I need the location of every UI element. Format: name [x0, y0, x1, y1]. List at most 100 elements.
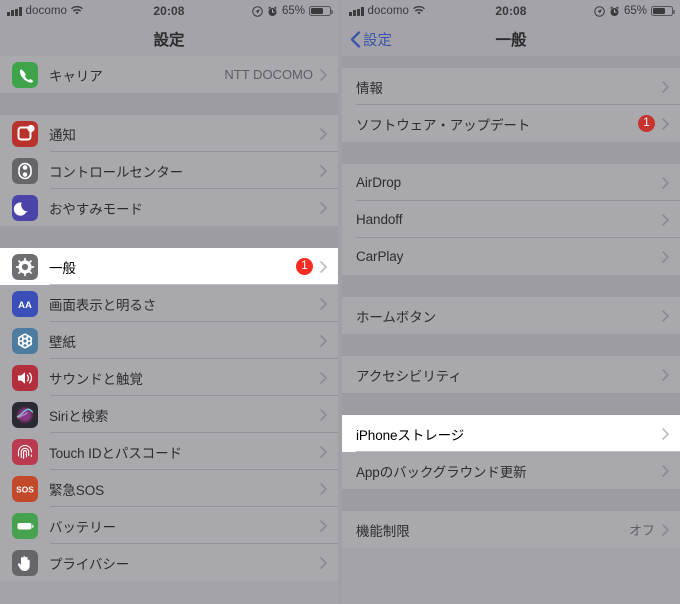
list-item-label: AirDrop — [356, 175, 402, 190]
location-arrow-icon — [594, 5, 605, 17]
list-item-label: Siriと検索 — [49, 408, 109, 424]
chevron-right-icon — [662, 368, 669, 381]
list-group: アクセシビリティ — [342, 356, 680, 393]
group-spacer — [342, 275, 680, 297]
list-group: 通知コントロールセンター おやすみモード — [0, 115, 338, 226]
list-item-accessory: NTT DOCOMO — [224, 67, 338, 82]
speaker-icon — [12, 364, 38, 391]
wifi-icon — [71, 6, 83, 16]
alarm-clock-icon — [267, 5, 278, 17]
chevron-right-icon — [320, 164, 327, 177]
list-item[interactable]: ソフトウェア・アップデート 1 — [342, 105, 680, 142]
chevron-right-icon — [662, 523, 669, 536]
list-item[interactable]: AA 画面表示と明るさ — [0, 285, 338, 322]
list-item-accessory — [662, 309, 680, 322]
chevron-right-icon — [320, 334, 327, 347]
list-item-label: 情報 — [356, 80, 383, 96]
status-bar-right-group-2: 65% — [594, 5, 675, 17]
carrier-label: docomo — [25, 5, 68, 17]
list-group: iPhoneストレージ Appのバックグラウンド更新 — [342, 415, 680, 489]
list-item-label: 一般 — [49, 260, 76, 276]
list-item-value: オフ — [628, 523, 655, 538]
list-item[interactable]: 壁紙 — [0, 322, 338, 359]
list-item[interactable]: 一般 1 — [0, 248, 338, 285]
list-item-label: Appのバックグラウンド更新 — [356, 464, 527, 480]
list-item-accessory — [662, 464, 680, 477]
list-item[interactable]: 機能制限 オフ — [342, 511, 680, 548]
chevron-right-icon — [320, 371, 327, 384]
list-item-accessory — [320, 297, 338, 310]
list-item[interactable]: キャリア NTT DOCOMO — [0, 56, 338, 93]
list-item-label: Touch IDとパスコード — [49, 445, 182, 461]
settings-list: キャリア NTT DOCOMO 通知コントロールセンター おやすみモード一般 1 AA 画面… — [0, 56, 338, 581]
page-title-general: 一般 — [495, 32, 527, 49]
nav-bar-right: 設定 一般 — [342, 22, 680, 56]
list-group: ホームボタン — [342, 297, 680, 334]
status-bar-left: docomo 20:08 65% — [0, 0, 338, 22]
group-spacer — [342, 489, 680, 511]
fingerprint-icon — [12, 438, 38, 465]
list-item-label: Handoff — [356, 212, 403, 227]
list-item[interactable]: CarPlay — [342, 238, 680, 275]
list-item-label: ソフトウェア・アップデート — [356, 117, 531, 133]
list-item-label: プライバシー — [49, 556, 130, 572]
list-item[interactable]: iPhoneストレージ — [342, 415, 680, 452]
list-item-accessory — [320, 408, 338, 421]
battery-icon — [309, 5, 333, 17]
list-item-accessory — [320, 201, 338, 214]
gear-icon — [12, 253, 38, 280]
list-item-accessory — [320, 482, 338, 495]
chevron-right-icon — [320, 201, 327, 214]
wallpaper-icon — [12, 327, 38, 354]
list-item[interactable]: AirDrop — [342, 164, 680, 201]
chevron-right-icon — [662, 176, 669, 189]
chevron-right-icon — [320, 297, 327, 310]
svg-text:AA: AA — [18, 300, 32, 311]
list-item[interactable]: 情報 — [342, 68, 680, 105]
list-item-accessory — [320, 164, 338, 177]
list-item[interactable]: サウンドと触覚 — [0, 359, 338, 396]
list-item-accessory — [320, 127, 338, 140]
list-item[interactable]: Handoff — [342, 201, 680, 238]
alarm-clock-icon — [609, 5, 620, 17]
phone-icon — [12, 61, 38, 88]
list-item-label: 通知 — [49, 127, 76, 143]
list-item-accessory — [320, 371, 338, 384]
list-item-accessory — [320, 334, 338, 347]
status-bar-right-group: 65% — [252, 5, 333, 17]
list-item[interactable]: おやすみモード — [0, 189, 338, 226]
status-bar-left-group-2: docomo — [349, 5, 425, 17]
notification-badge: 1 — [296, 258, 313, 275]
list-item-label: アクセシビリティ — [356, 368, 462, 384]
status-bar-right: docomo 20:08 65% — [342, 0, 680, 22]
list-item-accessory — [662, 250, 680, 263]
moon-icon — [12, 194, 38, 221]
list-item-accessory: 1 — [638, 115, 680, 132]
list-item[interactable]: バッテリー — [0, 507, 338, 544]
list-item[interactable]: Touch IDとパスコード — [0, 433, 338, 470]
settings-panel: docomo 20:08 65% 設定 キャリア NTT DOCOMO 通知 コントロ… — [0, 0, 338, 604]
list-item[interactable]: 通知 — [0, 115, 338, 152]
list-item[interactable]: ホームボタン — [342, 297, 680, 334]
list-item[interactable]: アクセシビリティ — [342, 356, 680, 393]
list-item-label: キャリア — [49, 68, 103, 84]
chevron-right-icon — [320, 519, 327, 532]
list-item[interactable]: Siriと検索 — [0, 396, 338, 433]
chevron-right-icon — [662, 309, 669, 322]
back-button[interactable]: 設定 — [350, 29, 392, 50]
list-item[interactable]: コントロールセンター — [0, 152, 338, 189]
wifi-icon — [413, 6, 425, 16]
list-item-value: NTT DOCOMO — [224, 67, 313, 82]
sos-icon: SOS — [12, 475, 38, 502]
general-panel: docomo 20:08 65% 設定 一般 情報 ソフトウェア・アップデート … — [342, 0, 680, 604]
list-group: キャリア NTT DOCOMO — [0, 56, 338, 93]
chevron-right-icon — [320, 260, 327, 273]
chevron-right-icon — [662, 117, 669, 130]
carrier-label: docomo — [367, 5, 410, 17]
chevron-right-icon — [320, 445, 327, 458]
siri-icon — [12, 401, 38, 428]
list-item[interactable]: SOS 緊急SOS — [0, 470, 338, 507]
list-item[interactable]: Appのバックグラウンド更新 — [342, 452, 680, 489]
notification-badge: 1 — [638, 115, 655, 132]
list-item[interactable]: プライバシー — [0, 544, 338, 581]
